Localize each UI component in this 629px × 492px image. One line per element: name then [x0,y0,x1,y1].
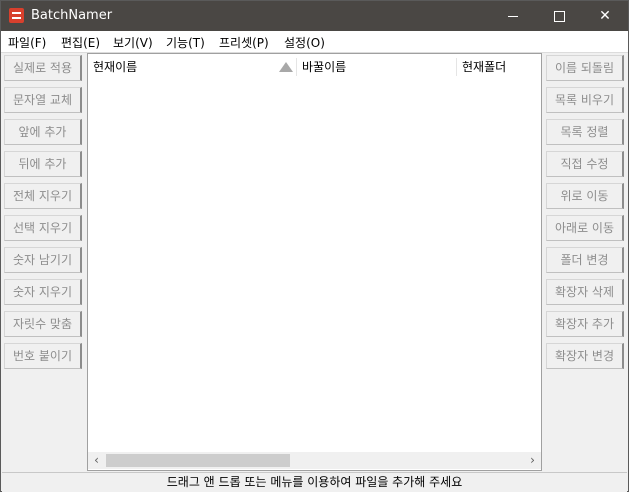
clear-selected-button[interactable]: 선택 지우기 [4,215,82,241]
left-button-panel: 실제로 적용 문자열 교체 앞에 추가 뒤에 추가 전체 지우기 선택 지우기 … [2,53,86,471]
status-text: 드래그 앤 드롭 또는 메뉴를 이용하여 파일을 추가해 주세요 [166,475,463,489]
pad-digits-button[interactable]: 자릿수 맞춤 [4,311,82,337]
menu-tools[interactable]: 기능(T) [166,34,205,51]
clear-all-button[interactable]: 전체 지우기 [4,183,82,209]
move-down-button[interactable]: 아래로 이동 [546,215,624,241]
window-title: BatchNamer [31,8,113,23]
menu-view[interactable]: 보기(V) [113,34,153,51]
undo-name-button[interactable]: 이름 되돌림 [546,55,624,81]
maximize-icon [553,10,565,22]
menu-file[interactable]: 파일(F) [8,34,46,51]
minimize-icon [508,15,518,17]
minimize-button[interactable] [490,1,536,31]
status-bar: 드래그 앤 드롭 또는 메뉴를 이용하여 파일을 추가해 주세요 [2,472,627,492]
scroll-right-icon[interactable]: › [524,452,541,469]
column-new-name[interactable]: 바꿀이름 [297,56,457,78]
menu-settings[interactable]: 설정(O) [284,34,325,51]
app-window: BatchNamer ✕ 파일(F) 편집(E) 보기(V) 기능(T) 프리셋… [0,0,629,492]
file-list[interactable]: 현재이름 바꿀이름 현재폴더 ‹ › [87,53,542,471]
replace-string-button[interactable]: 문자열 교체 [4,87,82,113]
numbering-button[interactable]: 번호 붙이기 [4,343,82,369]
prepend-button[interactable]: 앞에 추가 [4,119,82,145]
sort-ascending-icon [279,62,293,72]
close-icon: ✕ [599,8,611,24]
delete-extension-button[interactable]: 확장자 삭제 [546,279,624,305]
change-extension-button[interactable]: 확장자 변경 [546,343,624,369]
clear-list-button[interactable]: 목록 비우기 [546,87,624,113]
edit-directly-button[interactable]: 직접 수정 [546,151,624,177]
maximize-button[interactable] [536,1,582,31]
change-folder-button[interactable]: 폴더 변경 [546,247,624,273]
menu-bar: 파일(F) 편집(E) 보기(V) 기능(T) 프리셋(P) 설정(O) [1,31,628,53]
column-current-folder-label: 현재폴더 [462,60,507,74]
right-button-panel: 이름 되돌림 목록 비우기 목록 정렬 직접 수정 위로 이동 아래로 이동 폴… [544,53,628,471]
title-bar[interactable]: BatchNamer ✕ [1,1,628,31]
move-up-button[interactable]: 위로 이동 [546,183,624,209]
scroll-thumb[interactable] [106,454,290,467]
menu-edit[interactable]: 편집(E) [61,34,100,51]
column-new-name-label: 바꿀이름 [302,60,347,74]
append-button[interactable]: 뒤에 추가 [4,151,82,177]
menu-presets[interactable]: 프리셋(P) [219,34,269,51]
column-current-name-label: 현재이름 [93,60,138,74]
app-icon [9,8,24,23]
keep-digits-button[interactable]: 숫자 남기기 [4,247,82,273]
remove-digits-button[interactable]: 숫자 지우기 [4,279,82,305]
add-extension-button[interactable]: 확장자 추가 [546,311,624,337]
horizontal-scrollbar[interactable]: ‹ › [88,452,541,469]
scroll-left-icon[interactable]: ‹ [88,452,105,469]
apply-button[interactable]: 실제로 적용 [4,55,82,81]
column-current-name[interactable]: 현재이름 [88,56,296,78]
column-current-folder[interactable]: 현재폴더 [457,56,541,78]
close-button[interactable]: ✕ [582,1,628,31]
sort-list-button[interactable]: 목록 정렬 [546,119,624,145]
